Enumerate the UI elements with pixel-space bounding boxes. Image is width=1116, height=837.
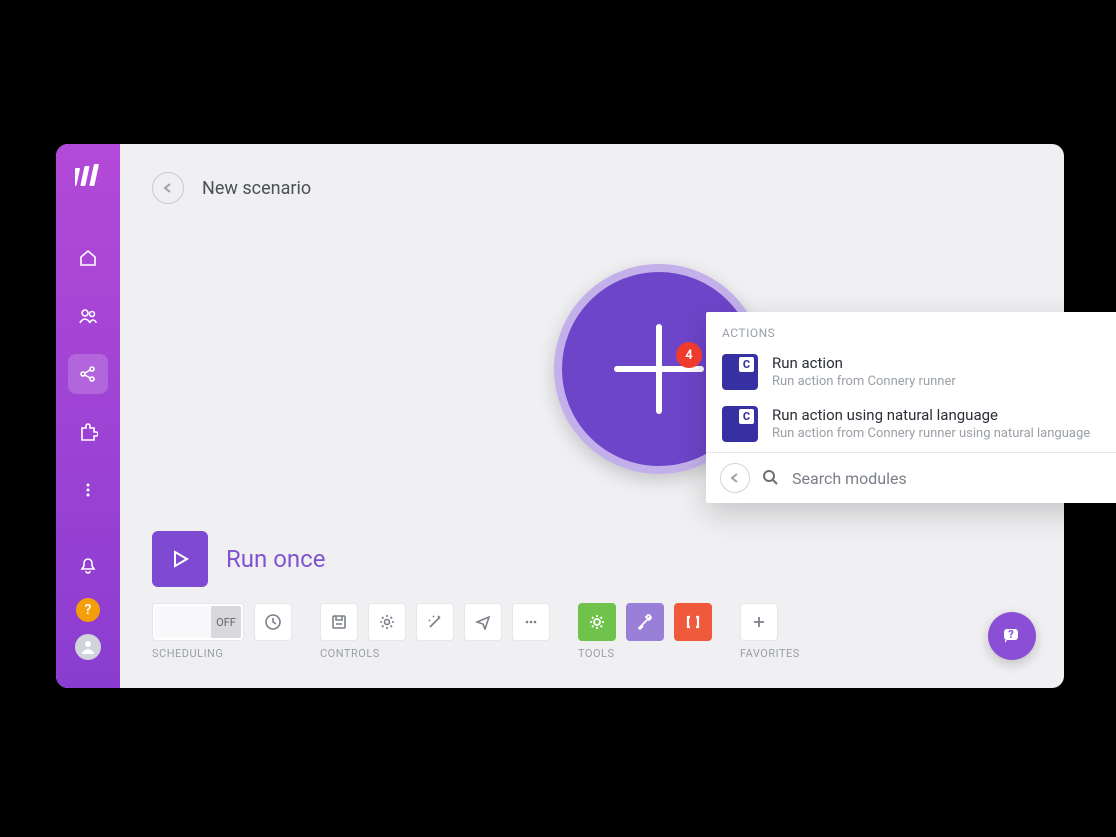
plus-icon[interactable]: [740, 603, 778, 641]
action-item-title: Run action using natural language: [772, 406, 1090, 424]
favorites-label: FAVORITES: [740, 647, 800, 660]
run-block: Run once: [152, 531, 1032, 587]
scheduling-group: OFF SCHEDULING: [152, 603, 292, 660]
tools-label: TOOLS: [578, 647, 712, 660]
actions-popup: ACTIONS C Run action Run action from Con…: [706, 312, 1116, 503]
scheduling-label: SCHEDULING: [152, 647, 292, 660]
share-icon[interactable]: [68, 354, 108, 394]
popup-back-button[interactable]: [720, 463, 750, 493]
popup-search-row: [706, 452, 1116, 503]
more-icon[interactable]: [68, 470, 108, 510]
sidebar-bottom: ?: [68, 546, 108, 668]
sun-gear-icon[interactable]: [578, 603, 616, 641]
ellipsis-icon[interactable]: [512, 603, 550, 641]
action-item-desc: Run action from Connery runner: [772, 374, 956, 389]
users-icon[interactable]: [68, 296, 108, 336]
app-window: ? New scenario 4 ACTIONS C: [56, 144, 1064, 688]
popup-header: ACTIONS: [706, 312, 1116, 348]
connery-icon: C: [722, 354, 758, 390]
connery-icon: C: [722, 406, 758, 442]
controls-group: CONTROLS: [320, 603, 550, 660]
run-button[interactable]: [152, 531, 208, 587]
brackets-icon[interactable]: [674, 603, 712, 641]
wrench-icon[interactable]: [626, 603, 664, 641]
action-item-run-action[interactable]: C Run action Run action from Connery run…: [706, 348, 1116, 400]
wand-icon[interactable]: [416, 603, 454, 641]
action-item-desc: Run action from Connery runner using nat…: [772, 426, 1090, 441]
action-item-title: Run action: [772, 354, 956, 372]
tools-group: TOOLS: [578, 603, 712, 660]
puzzle-icon[interactable]: [68, 412, 108, 452]
main-area: New scenario 4 ACTIONS C Run action Run …: [120, 144, 1064, 688]
save-icon[interactable]: [320, 603, 358, 641]
avatar[interactable]: [75, 634, 101, 660]
help-fab[interactable]: ?: [988, 612, 1036, 660]
bell-icon[interactable]: [68, 546, 108, 586]
back-button[interactable]: [152, 172, 184, 204]
sidebar-nav: [68, 238, 108, 510]
canvas[interactable]: 4 ACTIONS C Run action Run action from C…: [152, 204, 1032, 531]
favorites-group: FAVORITES: [740, 603, 800, 660]
action-item-run-nl[interactable]: C Run action using natural language Run …: [706, 400, 1116, 452]
home-icon[interactable]: [68, 238, 108, 278]
search-icon: [762, 469, 780, 487]
notification-badge: 4: [676, 342, 702, 368]
header: New scenario: [152, 172, 1032, 204]
run-label: Run once: [226, 545, 325, 573]
sidebar: ?: [56, 144, 120, 688]
search-input[interactable]: [792, 469, 1116, 488]
toolbar: OFF SCHEDULING: [152, 603, 1032, 660]
page-title: New scenario: [202, 178, 311, 199]
logo: [75, 164, 101, 190]
plane-icon[interactable]: [464, 603, 502, 641]
help-icon[interactable]: ?: [76, 598, 100, 622]
scheduling-toggle[interactable]: OFF: [152, 603, 244, 641]
toggle-off-label: OFF: [211, 606, 241, 638]
controls-label: CONTROLS: [320, 647, 550, 660]
gear-icon[interactable]: [368, 603, 406, 641]
clock-icon[interactable]: [254, 603, 292, 641]
svg-text:?: ?: [1008, 628, 1014, 641]
